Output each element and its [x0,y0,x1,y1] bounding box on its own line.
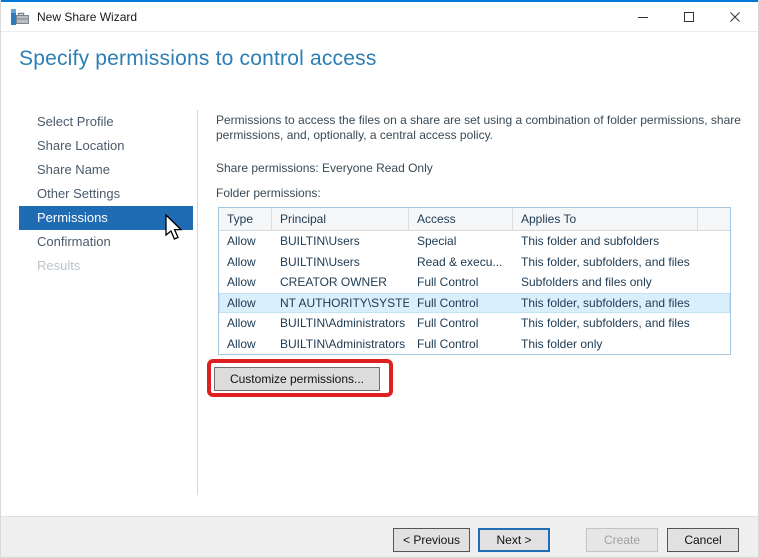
window-title: New Share Wizard [37,9,138,24]
next-button[interactable]: Next > [478,528,550,552]
minimize-button[interactable] [620,2,666,31]
cell-principal: NT AUTHORITY\SYSTEM [280,295,409,310]
wizard-steps-sidebar: Select Profile Share Location Share Name… [1,110,197,278]
folder-permissions-table: Type Principal Access Applies To Allow B… [218,207,731,355]
cell-blank [698,231,730,252]
cell-type: Allow [227,336,256,351]
cell-principal: BUILTIN\Administrators [280,336,406,351]
cell-type: Allow [227,316,256,330]
cell-principal: BUILTIN\Users [280,234,360,248]
sidebar-item-share-name[interactable]: Share Name [19,158,193,182]
table-row[interactable]: Allow BUILTIN\Users Read & execu... This… [219,252,730,273]
sidebar-item-confirmation[interactable]: Confirmation [19,230,193,254]
intro-text: Permissions to access the files on a sha… [216,113,741,142]
sidebar-item-share-location[interactable]: Share Location [19,134,193,158]
cell-type: Allow [227,275,256,289]
maximize-button[interactable] [666,2,712,31]
create-button[interactable]: Create [586,528,658,552]
cell-access: Read & execu... [417,254,503,269]
cell-principal: BUILTIN\Administrators [280,316,406,330]
cell-blank [698,313,730,334]
table-row[interactable]: Allow BUILTIN\Administrators Full Contro… [219,334,730,355]
table-row[interactable]: Allow CREATOR OWNER Full Control Subfold… [219,272,730,293]
page-title: Specify permissions to control access [19,47,377,70]
column-header-principal[interactable]: Principal [272,208,409,230]
sidebar-divider [197,110,198,495]
cell-access: Full Control [417,316,479,330]
cell-applies-to: This folder only [521,336,603,351]
cell-applies-to: This folder and subfolders [521,234,660,248]
previous-button[interactable]: < Previous [393,528,470,552]
close-button[interactable] [712,2,758,31]
cell-blank [698,252,730,273]
share-permissions-text: Share permissions: Everyone Read Only [216,161,433,175]
cell-type: Allow [227,295,256,310]
sidebar-item-select-profile[interactable]: Select Profile [19,110,193,134]
cell-applies-to: Subfolders and files only [521,275,652,289]
cell-access: Full Control [417,336,479,351]
cell-blank [698,334,730,355]
table-row-selected[interactable]: Allow NT AUTHORITY\SYSTEM Full Control T… [219,292,730,314]
cancel-button[interactable]: Cancel [667,528,739,552]
titlebar[interactable]: New Share Wizard [1,2,758,32]
cell-principal: BUILTIN\Users [280,254,360,269]
cell-access: Full Control [417,295,479,310]
cell-blank [698,293,730,314]
cell-applies-to: This folder, subfolders, and files [521,254,690,269]
sidebar-item-other-settings[interactable]: Other Settings [19,182,193,206]
folder-permissions-label: Folder permissions: [216,186,321,200]
column-header-type[interactable]: Type [219,208,272,230]
cell-applies-to: This folder, subfolders, and files [521,295,690,310]
cell-applies-to: This folder, subfolders, and files [521,316,690,330]
table-header: Type Principal Access Applies To [219,208,730,231]
cell-type: Allow [227,254,256,269]
column-header-access[interactable]: Access [409,208,513,230]
sidebar-item-permissions[interactable]: Permissions [19,206,193,230]
column-header-blank[interactable] [698,208,730,230]
cell-type: Allow [227,234,256,248]
cell-principal: CREATOR OWNER [280,275,387,289]
app-icon [11,8,29,25]
table-row[interactable]: Allow BUILTIN\Administrators Full Contro… [219,313,730,334]
customize-permissions-button[interactable]: Customize permissions... [214,367,380,391]
window-controls [620,2,758,31]
cell-access: Full Control [417,275,479,289]
new-share-wizard-window: New Share Wizard Specify permissions to … [0,0,759,558]
cell-access: Special [417,234,457,248]
cell-blank [698,272,730,293]
column-header-applies-to[interactable]: Applies To [513,208,698,230]
sidebar-item-results[interactable]: Results [19,254,193,278]
footer-bar: < Previous Next > Create Cancel [1,516,758,557]
table-row[interactable]: Allow BUILTIN\Users Special This folder … [219,231,730,252]
